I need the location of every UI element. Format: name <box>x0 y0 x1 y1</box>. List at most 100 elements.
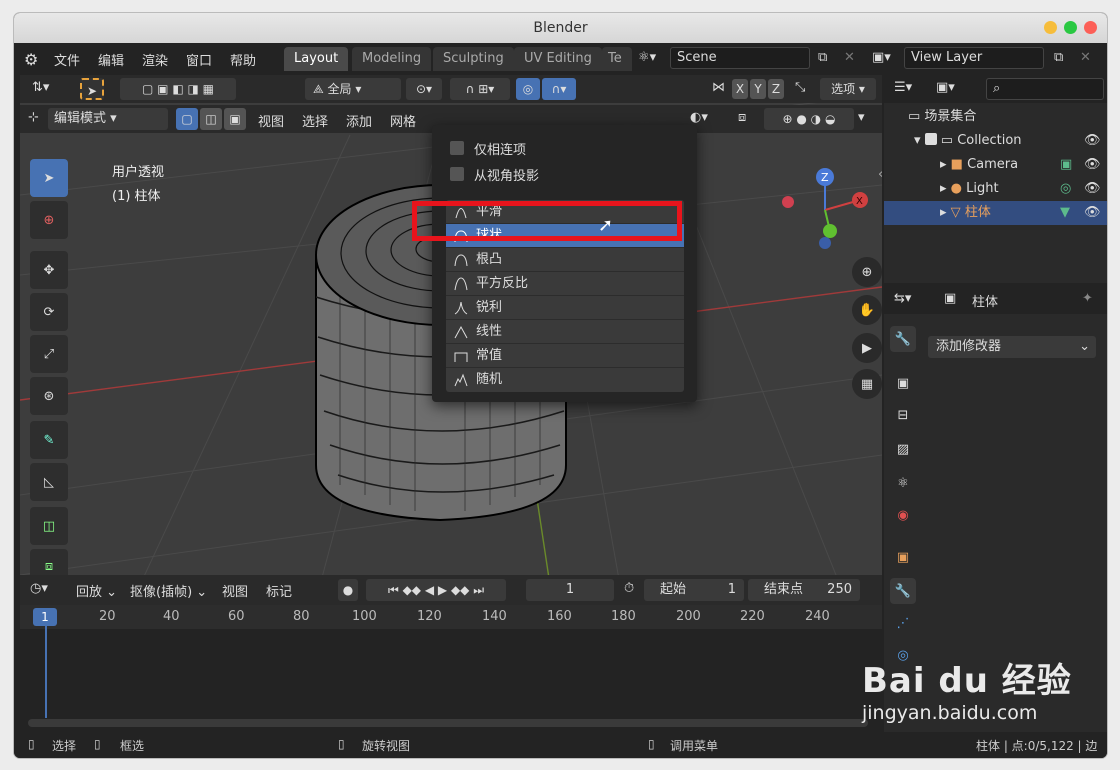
playback-dropdown[interactable]: 回放 ⌄ <box>76 581 117 600</box>
measure-tool[interactable]: ◺ <box>30 463 68 501</box>
auto-merge-icon[interactable]: ⤡ <box>795 80 805 95</box>
tab-modeling[interactable]: Modeling <box>352 47 432 71</box>
particles-tab-icon[interactable]: ⋰ <box>890 610 916 636</box>
timeline-view-menu[interactable]: 视图 <box>222 581 248 600</box>
zoom-button[interactable] <box>1064 21 1077 34</box>
shading-buttons[interactable]: ⊕ ● ◑ ◒ <box>764 108 854 130</box>
face-select-icon[interactable]: ▣ <box>224 108 246 130</box>
cursor-tool[interactable]: ⊕ <box>30 201 68 239</box>
delete-view-layer-icon[interactable]: ✕ <box>1080 50 1091 65</box>
end-frame-field[interactable]: 结束点 250 <box>748 579 860 601</box>
add-cube-tool[interactable]: ◫ <box>30 507 68 545</box>
sidebar-toggle-icon[interactable]: ‹ <box>878 167 882 182</box>
eye-icon[interactable]: 👁 <box>1084 129 1101 153</box>
menu-add[interactable]: 添加 <box>346 111 372 130</box>
axis-z-toggle[interactable]: Z <box>768 79 784 99</box>
zoom-icon[interactable]: ⊕ <box>852 257 882 287</box>
light-row[interactable]: ▸ ● Light ◎ 👁 <box>884 177 1107 201</box>
light-data-icon[interactable]: ◎ <box>1060 177 1071 201</box>
delete-scene-icon[interactable]: ✕ <box>844 50 855 65</box>
tool-tab-icon[interactable]: 🔧 <box>890 326 916 352</box>
new-view-layer-icon[interactable]: ⧉ <box>1054 50 1063 65</box>
render-tab-icon[interactable]: ▣ <box>890 370 916 396</box>
menu-mesh[interactable]: 网格 <box>390 111 416 130</box>
cylinder-row[interactable]: ▸ ▽ 柱体 ▼ 👁 <box>884 201 1107 225</box>
keying-dropdown[interactable]: 抠像(插帧) ⌄ <box>130 581 207 600</box>
mode-dropdown[interactable]: 编辑模式 ▾ <box>48 108 168 130</box>
xray-icon[interactable]: ⧈ <box>738 110 746 125</box>
preview-range-icon[interactable]: ⏱ <box>624 581 634 596</box>
proportional-edit-icon[interactable]: ◎ <box>516 78 540 100</box>
display-mode-icon[interactable]: ▣▾ <box>936 80 955 95</box>
navigation-gizmo[interactable]: Z X <box>780 165 870 255</box>
menu-view[interactable]: 视图 <box>258 111 284 130</box>
output-tab-icon[interactable]: ⊟ <box>890 402 916 428</box>
close-button[interactable] <box>1084 21 1097 34</box>
tab-sculpting[interactable]: Sculpting <box>433 47 514 71</box>
move-tool[interactable]: ✥ <box>30 251 68 289</box>
ortho-grid-icon[interactable]: ▦ <box>852 369 882 399</box>
timeline-scrollbar[interactable] <box>28 719 868 727</box>
scale-tool[interactable]: ⤢ <box>30 335 68 373</box>
mirror-icon[interactable]: ⋈ <box>712 80 725 95</box>
transform-orientation-icon[interactable]: ⇅▾ <box>32 80 49 95</box>
timeline-marker-menu[interactable]: 标记 <box>266 581 292 600</box>
vertex-select-icon[interactable]: ▢ <box>176 108 198 130</box>
scene-field[interactable]: Scene <box>670 47 810 69</box>
menu-render[interactable]: 渲染 <box>142 50 168 69</box>
minimize-button[interactable] <box>1044 21 1057 34</box>
menu-file[interactable]: 文件 <box>54 50 80 69</box>
falloff-linear[interactable]: 线性 <box>446 320 684 344</box>
axis-x-toggle[interactable]: X <box>732 79 748 99</box>
gizmo-toggle-icon[interactable]: ◐▾ <box>690 110 708 125</box>
menu-edit[interactable]: 编辑 <box>98 50 124 69</box>
current-frame-field[interactable]: 1 <box>526 579 614 601</box>
rotate-tool[interactable]: ⟳ <box>30 293 68 331</box>
select-box-tool[interactable]: ➤ <box>30 159 68 197</box>
transform-options-icon[interactable]: ⊙▾ <box>406 78 442 100</box>
shading-dropdown-icon[interactable]: ▾ <box>858 110 865 125</box>
eye-icon[interactable]: 👁 <box>1084 153 1101 177</box>
falloff-constant[interactable]: 常值 <box>446 344 684 368</box>
snap-icon[interactable]: ∩ ⊞▾ <box>450 78 510 100</box>
pan-hand-icon[interactable]: ✋ <box>852 295 882 325</box>
outliner-editor-icon[interactable]: ☰▾ <box>894 80 912 95</box>
view-layer-tab-icon[interactable]: ▨ <box>890 436 916 462</box>
object-tab-icon[interactable]: ▣ <box>890 544 916 570</box>
falloff-root[interactable]: 根凸 <box>446 248 684 272</box>
editor-type-icon[interactable]: ⊹ <box>28 110 39 125</box>
scene-icon[interactable]: ⚛▾ <box>638 50 656 65</box>
properties-editor-icon[interactable]: ⇆▾ <box>894 291 911 306</box>
modifier-tab-icon[interactable]: 🔧 <box>890 578 916 604</box>
timeline-editor-icon[interactable]: ◷▾ <box>30 581 48 596</box>
blender-logo-icon[interactable]: ⚙ <box>24 50 38 69</box>
menu-window[interactable]: 窗口 <box>186 50 212 69</box>
tab-uv-editing[interactable]: UV Editing <box>514 47 602 71</box>
start-frame-field[interactable]: 起始 1 <box>644 579 744 601</box>
playback-controls[interactable]: ⏮ ◆◆ ◀ ▶ ◆◆ ⏭ <box>366 579 506 601</box>
tab-texture[interactable]: Te <box>602 47 632 71</box>
collection-checkbox[interactable] <box>924 133 937 145</box>
playhead-frame[interactable]: 1 <box>33 608 57 626</box>
view-layer-icon[interactable]: ▣▾ <box>872 50 891 65</box>
falloff-dropdown[interactable]: ∩▾ <box>542 78 576 100</box>
falloff-inverse-square[interactable]: 平方反比 <box>446 272 684 296</box>
edge-select-icon[interactable]: ◫ <box>200 108 222 130</box>
camera-view-icon[interactable]: ▶ <box>852 333 882 363</box>
select-mode-icon[interactable]: ➤ <box>80 78 104 100</box>
tab-layout[interactable]: Layout <box>284 47 349 71</box>
record-icon[interactable]: ● <box>338 579 358 601</box>
world-tab-icon[interactable]: ◉ <box>890 502 916 528</box>
selection-mode-icons[interactable]: ▢ ▣ ◧ ◨ ▦ <box>120 78 236 100</box>
scene-tab-icon[interactable]: ⚛ <box>890 470 916 496</box>
scene-collection-row[interactable]: ▭ 场景集合 <box>884 105 1107 129</box>
options-dropdown[interactable]: 选项 ▾ <box>820 78 876 100</box>
add-modifier-dropdown[interactable]: 添加修改器 ⌄ <box>928 336 1096 358</box>
new-scene-icon[interactable]: ⧉ <box>818 50 827 65</box>
transform-tool[interactable]: ⊛ <box>30 377 68 415</box>
menu-select[interactable]: 选择 <box>302 111 328 130</box>
mesh-data-icon[interactable]: ▼ <box>1060 201 1070 225</box>
collection-row[interactable]: ▾ ▭ Collection 👁 <box>884 129 1107 153</box>
projected-checkbox[interactable] <box>450 167 464 181</box>
falloff-sharp[interactable]: 锐利 <box>446 296 684 320</box>
